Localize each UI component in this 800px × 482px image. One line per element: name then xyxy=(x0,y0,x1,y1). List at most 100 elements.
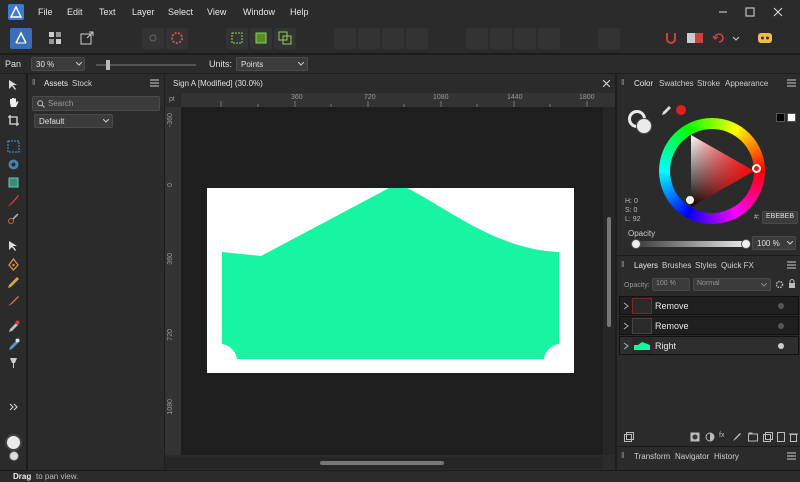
designer-persona-button[interactable] xyxy=(10,28,32,49)
menu-help[interactable]: Help xyxy=(290,7,309,17)
pointer-tool-icon[interactable] xyxy=(8,240,19,252)
toolbar-button-n[interactable] xyxy=(598,28,620,49)
layer-opacity-input[interactable]: 100 % xyxy=(652,278,690,291)
vector-brush-icon[interactable] xyxy=(7,294,20,307)
snapping-button[interactable] xyxy=(660,28,682,49)
maximize-icon[interactable] xyxy=(745,7,755,17)
toolbar-button-j[interactable] xyxy=(466,28,488,49)
hamburger-menu-icon[interactable] xyxy=(787,261,796,269)
node-tool-icon[interactable] xyxy=(7,212,20,225)
tab-transform[interactable]: Transform xyxy=(634,452,670,461)
pen-tool-icon[interactable] xyxy=(7,258,20,271)
tab-brushes[interactable]: Brushes xyxy=(662,261,691,270)
saturation-handle[interactable] xyxy=(686,196,694,204)
adjustment-icon[interactable] xyxy=(705,432,715,442)
pencil-tool-icon[interactable] xyxy=(7,276,20,289)
menu-text[interactable]: Text xyxy=(99,7,116,17)
toolbar-button-k[interactable] xyxy=(490,28,512,49)
assets-search-input[interactable]: Search xyxy=(32,96,160,111)
hamburger-menu-icon[interactable] xyxy=(150,79,159,87)
tab-color[interactable]: Color xyxy=(634,79,653,88)
toolbar-button-f[interactable] xyxy=(334,28,356,49)
assistant-button[interactable] xyxy=(754,28,776,49)
layer-row[interactable]: Remove xyxy=(619,316,799,335)
hue-handle[interactable] xyxy=(752,164,761,173)
undo-button[interactable] xyxy=(708,28,730,49)
close-document-icon[interactable] xyxy=(603,80,610,87)
zoom-slider[interactable] xyxy=(96,60,196,70)
vertical-ruler[interactable]: -360 0 360 720 1080 xyxy=(165,107,181,455)
panel-grip-icon[interactable]: ‖ xyxy=(621,451,624,460)
close-icon[interactable] xyxy=(773,7,783,17)
toolbar-button-g[interactable] xyxy=(358,28,380,49)
fill-tool-icon[interactable] xyxy=(7,338,20,351)
sign-shape[interactable] xyxy=(207,188,574,373)
tab-styles[interactable]: Styles xyxy=(695,261,717,270)
lock-icon[interactable] xyxy=(788,279,796,289)
blend-mode-select[interactable]: Normal xyxy=(693,278,771,291)
fill-swatch[interactable] xyxy=(636,118,652,134)
tab-stock[interactable]: Stock xyxy=(72,79,92,88)
layer-add-icon[interactable] xyxy=(624,432,634,442)
panel-grip-icon[interactable]: ‖ xyxy=(621,78,624,87)
assets-category-select[interactable]: Default xyxy=(34,114,113,128)
toolbar-button-b[interactable] xyxy=(166,28,188,49)
toolbar-button-i[interactable] xyxy=(406,28,428,49)
menu-window[interactable]: Window xyxy=(243,7,275,17)
gear-icon[interactable] xyxy=(775,280,784,289)
layer-visibility-dot[interactable] xyxy=(778,343,784,349)
flood-select-icon[interactable] xyxy=(7,158,20,171)
new-layer-icon[interactable] xyxy=(776,432,786,442)
fill-stroke-selector[interactable] xyxy=(628,110,654,136)
export-persona-button[interactable] xyxy=(76,28,98,49)
tab-swatches[interactable]: Swatches xyxy=(659,79,694,88)
tab-assets[interactable]: Assets xyxy=(44,79,68,88)
menu-view[interactable]: View xyxy=(207,7,226,17)
opacity-slider-handle-left[interactable] xyxy=(631,239,641,249)
hamburger-menu-icon[interactable] xyxy=(787,452,796,460)
crop-tool-icon[interactable] xyxy=(7,114,20,127)
transparency-tool-icon[interactable] xyxy=(7,356,20,369)
opacity-input[interactable]: 100 % xyxy=(752,236,796,250)
menu-layer[interactable]: Layer xyxy=(132,7,155,17)
layer-visibility-dot[interactable] xyxy=(778,303,784,309)
toolbar-button-h[interactable] xyxy=(382,28,404,49)
fill-color-swatch[interactable] xyxy=(5,434,22,451)
color-black-white-toggle[interactable] xyxy=(776,113,785,122)
canvas-area[interactable] xyxy=(181,107,603,455)
toolbar-button-a[interactable] xyxy=(142,28,164,49)
no-fill-swatch[interactable] xyxy=(676,105,686,115)
fx-icon[interactable]: fx xyxy=(719,432,724,439)
zoom-slider-handle[interactable] xyxy=(106,60,110,70)
toggle-view-button[interactable] xyxy=(684,28,706,49)
menu-edit[interactable]: Edit xyxy=(67,7,83,17)
chevron-down-icon[interactable] xyxy=(732,36,740,42)
tab-appearance[interactable]: Appearance xyxy=(725,79,768,88)
hex-input[interactable]: EBEBEB xyxy=(762,211,798,224)
layer-expand-icon[interactable] xyxy=(623,322,629,330)
tab-stroke[interactable]: Stroke xyxy=(697,79,720,88)
units-select[interactable]: Points xyxy=(236,57,308,71)
color-white-swatch[interactable] xyxy=(787,113,796,122)
menu-file[interactable]: File xyxy=(38,7,53,17)
marquee-tool-icon[interactable] xyxy=(7,176,20,189)
toolbar-button-m[interactable] xyxy=(538,28,560,49)
color-triangle[interactable] xyxy=(670,129,754,213)
layer-row[interactable]: Right xyxy=(619,336,799,355)
toolbar-button-c[interactable] xyxy=(226,28,248,49)
panel-grip-icon[interactable]: ‖ xyxy=(32,78,35,87)
toolbar-button-l[interactable] xyxy=(514,28,536,49)
toolbar-button-e[interactable] xyxy=(274,28,296,49)
horizontal-ruler[interactable]: 360 720 1080 1440 1800 xyxy=(181,93,615,107)
expand-tools-icon[interactable] xyxy=(9,403,18,411)
layer-expand-icon[interactable] xyxy=(623,342,629,350)
menu-select[interactable]: Select xyxy=(168,7,193,17)
stroke-color-swatch[interactable] xyxy=(9,451,19,461)
zoom-field[interactable]: 30 % xyxy=(31,57,85,71)
tab-layers[interactable]: Layers xyxy=(634,261,658,270)
tab-quick-fx[interactable]: Quick FX xyxy=(721,261,754,270)
toolbar-button-d[interactable] xyxy=(250,28,272,49)
brush-icon[interactable] xyxy=(732,432,742,442)
vertical-scrollbar[interactable] xyxy=(603,107,615,455)
horizontal-scrollbar-thumb[interactable] xyxy=(320,461,444,465)
